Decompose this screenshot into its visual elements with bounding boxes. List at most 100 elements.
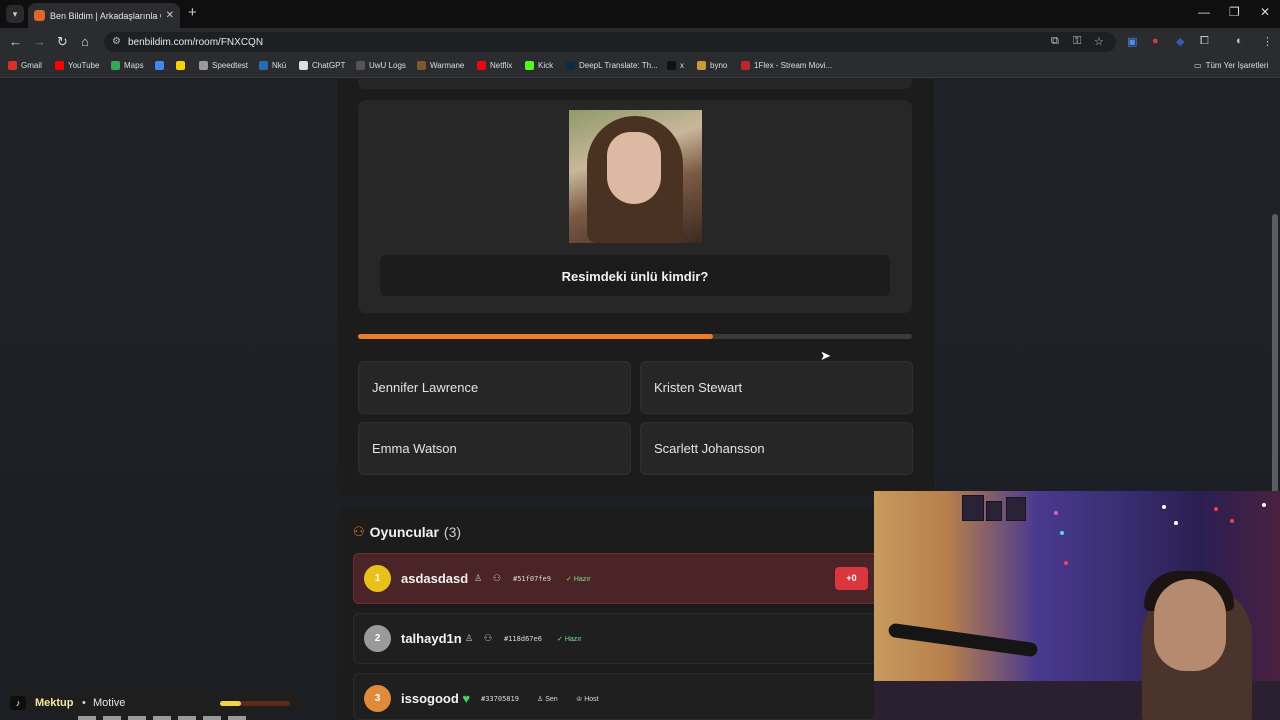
- led-light: [1230, 519, 1234, 523]
- bookmark-favicon-icon: [299, 61, 308, 70]
- bookmark-favicon-icon: [417, 61, 426, 70]
- new-tab-icon[interactable]: +: [188, 4, 197, 21]
- bookmark-item[interactable]: ChatGPT: [299, 61, 345, 70]
- bookmark-favicon-icon: [741, 61, 750, 70]
- browser-tab[interactable]: Ben Bildim | Arkadaşlarınla Onli... ✕: [28, 3, 180, 28]
- minimize-icon[interactable]: —: [1198, 5, 1210, 19]
- players-count: (3): [443, 524, 462, 540]
- players-header: ⚇ Oyuncular (3): [353, 524, 461, 540]
- browser-menu-icon[interactable]: ⋮: [1262, 35, 1273, 48]
- bookmark-favicon-icon: [155, 61, 164, 70]
- bookmark-item[interactable]: UwU Logs: [356, 61, 406, 70]
- add-friend-icon[interactable]: ⚇: [493, 573, 501, 584]
- bookmark-label: UwU Logs: [369, 61, 406, 70]
- restore-icon[interactable]: ❐: [1229, 5, 1240, 19]
- answer-option-2-label: Kristen Stewart: [654, 380, 743, 395]
- bookmark-item[interactable]: Kick: [525, 61, 553, 70]
- bookmark-favicon-icon: [259, 61, 268, 70]
- self-badge-label: Sen: [545, 696, 558, 703]
- bookmark-favicon-icon: [111, 61, 120, 70]
- player-id: #118d67e6: [504, 635, 542, 643]
- host-badge: ♔ Host: [576, 696, 599, 703]
- bookmark-item[interactable]: Warmane: [417, 61, 464, 70]
- back-icon[interactable]: ←: [9, 34, 22, 49]
- extension-icon[interactable]: ●: [1152, 35, 1159, 47]
- bookmark-favicon-icon: [667, 61, 676, 70]
- bookmark-item[interactable]: 1Flex - Stream Movi...: [741, 61, 832, 70]
- extension-2-icon[interactable]: ◆: [1176, 35, 1184, 48]
- bookmark-label: Gmail: [21, 61, 42, 70]
- bookmark-item[interactable]: [155, 61, 168, 70]
- all-bookmarks[interactable]: ▭ Tüm Yer İşaretleri: [1194, 61, 1268, 70]
- player-id: #51f07fe9: [513, 575, 551, 583]
- bookmark-item[interactable]: x: [667, 61, 684, 70]
- forward-icon[interactable]: →: [33, 34, 46, 49]
- reload-icon[interactable]: ↻: [57, 34, 68, 50]
- bookmark-item[interactable]: Nkü: [259, 61, 286, 70]
- bookmark-favicon-icon: [176, 61, 185, 70]
- all-bookmarks-label: Tüm Yer İşaretleri: [1205, 61, 1269, 70]
- player-id: #33705819: [481, 695, 519, 703]
- bookmark-star-icon[interactable]: ☆: [1094, 35, 1104, 48]
- page-scrollbar[interactable]: [1272, 214, 1278, 514]
- bookmark-label: Warmane: [430, 61, 465, 70]
- check-icon: ✓: [566, 576, 574, 583]
- ready-status: ✓ Hazır: [557, 635, 582, 643]
- led-light: [1060, 531, 1064, 535]
- led-light: [1214, 507, 1218, 511]
- password-key-icon[interactable]: ⚿: [1073, 35, 1081, 48]
- led-light: [1262, 503, 1266, 507]
- check-icon: ✓: [557, 636, 565, 643]
- answer-option-3-label: Emma Watson: [372, 441, 457, 456]
- answer-option-4-label: Scarlett Johansson: [654, 441, 765, 456]
- close-tab-icon[interactable]: ✕: [166, 10, 174, 21]
- extensions-puzzle-icon[interactable]: ⧠: [1200, 35, 1209, 48]
- add-friend-icon[interactable]: ⚇: [484, 633, 492, 644]
- bookmark-label: DeepL Translate: Th...: [579, 61, 658, 70]
- bookmark-favicon-icon: [55, 61, 64, 70]
- player-name: asdasdasd: [401, 571, 469, 586]
- player-rank: 1: [364, 565, 391, 592]
- url-text[interactable]: benbildim.com/room/FNXCQN: [128, 37, 263, 48]
- translate-extension-icon[interactable]: ▣: [1127, 35, 1137, 48]
- celebrity-photo: [569, 110, 702, 243]
- profile-avatar-icon[interactable]: ◐: [1236, 35, 1243, 47]
- ready-status: ✓ Hazır: [566, 575, 591, 583]
- bookmark-item[interactable]: Netflix: [477, 61, 512, 70]
- bookmark-favicon-icon: [356, 61, 365, 70]
- site-info-icon[interactable]: ⚙: [112, 36, 121, 47]
- bookmark-item[interactable]: DeepL Translate: Th...: [566, 61, 658, 70]
- window-close-icon[interactable]: ✕: [1260, 5, 1270, 19]
- user-icon: ♙: [474, 573, 483, 583]
- bookmark-item[interactable]: Gmail: [8, 61, 42, 70]
- self-badge: ♙ Sen: [537, 696, 558, 703]
- home-icon[interactable]: ⌂: [81, 34, 89, 49]
- tab-search-icon[interactable]: ▾: [6, 5, 24, 23]
- player-name-text: issogood: [401, 691, 459, 706]
- question-text: Resimdeki ünlü kimdir?: [561, 269, 709, 284]
- timer-progress-bar: [358, 334, 912, 339]
- bookmark-label: Maps: [124, 61, 144, 70]
- bookmark-item[interactable]: YouTube: [55, 61, 99, 70]
- install-app-icon[interactable]: ⧉: [1051, 35, 1059, 48]
- led-light: [1162, 505, 1166, 509]
- bookmark-favicon-icon: [525, 61, 534, 70]
- bookmark-label: Netflix: [490, 61, 513, 70]
- bookmark-item[interactable]: [176, 61, 189, 70]
- bookmark-item[interactable]: byno: [697, 61, 727, 70]
- bookmark-item[interactable]: Maps: [111, 61, 144, 70]
- bookmark-label: ChatGPT: [312, 61, 346, 70]
- song-progress-bar: [220, 701, 290, 706]
- music-logo-icon: ♪: [10, 696, 26, 710]
- bookmark-item[interactable]: Speedtest: [199, 61, 248, 70]
- bookmark-favicon-icon: [8, 61, 17, 70]
- microphone-arm: [887, 622, 1039, 658]
- bookmark-favicon-icon: [477, 61, 486, 70]
- wall-frame: [962, 495, 984, 521]
- bookmark-label: Speedtest: [212, 61, 249, 70]
- streamer-face: [1154, 579, 1226, 671]
- wall-frame: [1006, 497, 1026, 521]
- answer-option-1-label: Jennifer Lawrence: [372, 380, 479, 395]
- bookmark-label: 1Flex - Stream Movi...: [754, 61, 833, 70]
- bookmark-label: x: [680, 61, 684, 70]
